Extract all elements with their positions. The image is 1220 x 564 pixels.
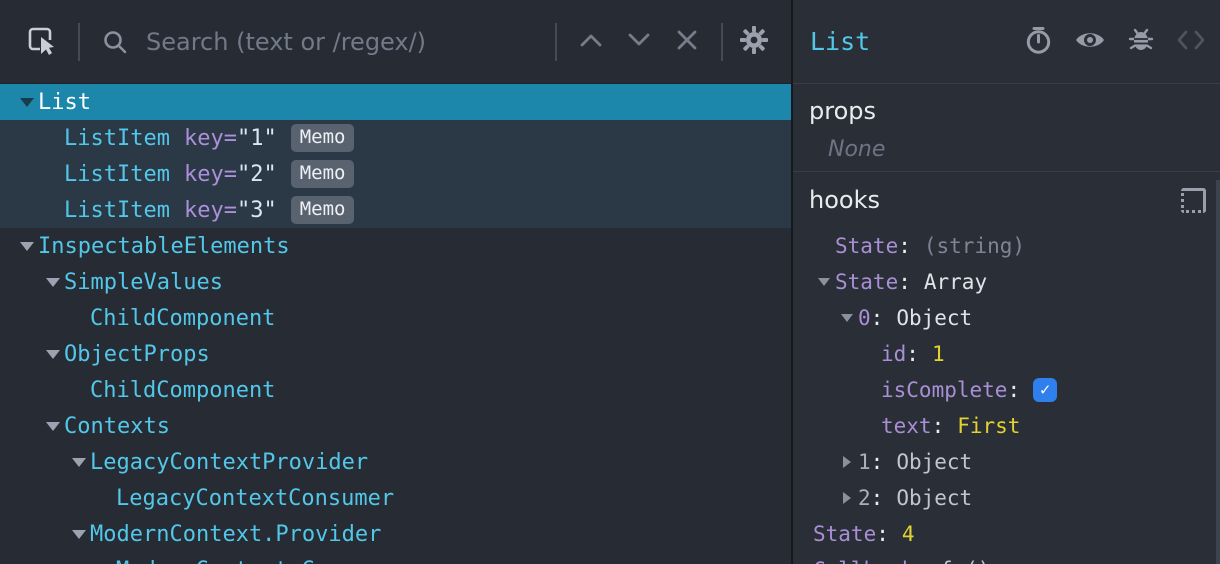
component-name: LegacyContextConsumer xyxy=(116,485,395,511)
component-name: LegacyContextProvider xyxy=(90,449,369,475)
search-icon xyxy=(102,29,128,55)
scrollbar[interactable] xyxy=(1216,180,1220,564)
settings-button[interactable] xyxy=(739,25,769,58)
gear-icon xyxy=(739,25,769,58)
next-result-button[interactable] xyxy=(615,32,663,51)
tree-row-simplevalues[interactable]: SimpleValues xyxy=(0,264,791,300)
search-input[interactable] xyxy=(146,27,545,56)
react-devtools-window: List ListItem key="1" Memo ListItem key=… xyxy=(0,0,1220,564)
inspect-dom-button[interactable] xyxy=(1074,28,1106,55)
props-section: props None xyxy=(793,84,1220,172)
expander-open-icon[interactable] xyxy=(16,97,38,107)
parse-hook-names-icon[interactable] xyxy=(1181,188,1206,213)
expander-open-icon[interactable] xyxy=(42,277,64,287)
tree-row-legacycontextconsumer[interactable]: LegacyContextConsumer xyxy=(0,480,791,516)
expander-closed-icon[interactable] xyxy=(836,456,858,468)
expander-open-icon[interactable] xyxy=(68,529,90,539)
hook-row-item-1[interactable]: 1: Object xyxy=(793,444,1220,480)
debug-log-button[interactable] xyxy=(1127,26,1155,57)
code-brackets-icon xyxy=(1176,29,1206,54)
component-name: ObjectProps xyxy=(64,341,210,367)
tree-row-inspectableelements[interactable]: InspectableElements xyxy=(0,228,791,264)
expander-open-icon[interactable] xyxy=(68,457,90,467)
component-name: ChildComponent xyxy=(90,305,276,331)
tree-row-list[interactable]: List xyxy=(0,84,791,120)
tree-row-legacycontextprovider[interactable]: LegacyContextProvider xyxy=(0,444,791,480)
hook-row-callback: Callback: f () xyxy=(793,552,1220,564)
hooks-section-header: hooks xyxy=(793,172,1220,228)
hook-row-state-array[interactable]: State: Array xyxy=(793,264,1220,300)
suspend-toggle-button[interactable] xyxy=(1024,26,1053,58)
component-name: ChildComponent xyxy=(90,377,276,403)
eye-icon xyxy=(1074,28,1106,55)
selected-component-title: List xyxy=(810,27,871,56)
component-name: InspectableElements xyxy=(38,233,290,259)
hook-row-id: id: 1 xyxy=(881,342,945,366)
props-section-label: props xyxy=(809,97,876,125)
component-name: ModernContext.Consumer xyxy=(116,558,407,564)
key-attribute: key="1" xyxy=(183,125,277,151)
key-attribute: key="3" xyxy=(183,197,277,223)
component-name: List xyxy=(38,89,91,115)
expander-open-icon[interactable] xyxy=(42,349,64,359)
expander-open-icon[interactable] xyxy=(836,314,858,322)
chevron-down-icon xyxy=(626,32,652,51)
component-tree: List ListItem key="1" Memo ListItem key=… xyxy=(0,84,791,564)
tree-row-moderncontext-consumer[interactable]: ModernContext.Consumer xyxy=(0,552,791,564)
expander-open-icon[interactable] xyxy=(42,421,64,431)
hook-row-iscomplete: isComplete: ✓ xyxy=(793,372,1220,408)
previous-result-button[interactable] xyxy=(567,32,615,51)
component-name: ListItem xyxy=(64,161,170,187)
inspector-header-icons xyxy=(1024,26,1206,58)
view-source-button[interactable] xyxy=(1176,29,1206,54)
tree-row-moderncontext-provider[interactable]: ModernContext.Provider xyxy=(0,516,791,552)
hook-row-item-0[interactable]: 0: Object xyxy=(793,300,1220,336)
tree-row-objectprops[interactable]: ObjectProps xyxy=(0,336,791,372)
toolbar-divider xyxy=(721,22,723,61)
hooks-section-label: hooks xyxy=(809,186,880,214)
inspector-header: List xyxy=(793,0,1220,84)
component-name: SimpleValues xyxy=(64,269,223,295)
hook-row-text: text: First xyxy=(881,414,1021,438)
component-name: ListItem xyxy=(64,197,170,223)
hooks-list: State: (string) State: Array 0: Object i… xyxy=(793,228,1220,564)
props-empty-value: None xyxy=(828,137,886,162)
expander-open-icon[interactable] xyxy=(813,278,835,286)
clear-search-button[interactable] xyxy=(663,29,711,54)
bug-icon xyxy=(1127,26,1155,57)
tree-toolbar xyxy=(0,0,791,84)
inspect-element-button[interactable] xyxy=(24,23,58,60)
expander-open-icon[interactable] xyxy=(16,241,38,251)
tree-row-listitem-1[interactable]: ListItem key="1" Memo xyxy=(0,120,791,156)
hook-row-state-string: State: (string) xyxy=(835,234,1026,258)
component-name: ModernContext.Provider xyxy=(90,521,382,547)
toolbar-divider xyxy=(555,22,557,61)
tree-row-contexts[interactable]: Contexts xyxy=(0,408,791,444)
inspector-panel: List props None hooks State: (string) S… xyxy=(793,0,1220,564)
tree-row-listitem-3[interactable]: ListItem key="3" Memo xyxy=(0,192,791,228)
checked-checkbox[interactable]: ✓ xyxy=(1033,378,1058,402)
memo-badge: Memo xyxy=(290,124,355,152)
chevron-up-icon xyxy=(578,32,604,51)
memo-badge: Memo xyxy=(290,196,355,224)
memo-badge: Memo xyxy=(290,160,355,188)
close-icon xyxy=(676,29,698,54)
components-tree-panel: List ListItem key="1" Memo ListItem key=… xyxy=(0,0,791,564)
hook-row-item-2[interactable]: 2: Object xyxy=(793,480,1220,516)
tree-row-listitem-2[interactable]: ListItem key="2" Memo xyxy=(0,156,791,192)
expander-closed-icon[interactable] xyxy=(836,492,858,504)
tree-row-childcomponent-2[interactable]: ChildComponent xyxy=(0,372,791,408)
tree-row-childcomponent-1[interactable]: ChildComponent xyxy=(0,300,791,336)
key-attribute: key="2" xyxy=(183,161,277,187)
hook-row-state-number: State: 4 xyxy=(813,522,915,546)
toolbar-divider xyxy=(78,22,80,61)
stopwatch-icon xyxy=(1024,26,1053,58)
component-name: ListItem xyxy=(64,125,170,151)
inspect-element-icon xyxy=(24,23,58,60)
component-name: Contexts xyxy=(64,413,170,439)
